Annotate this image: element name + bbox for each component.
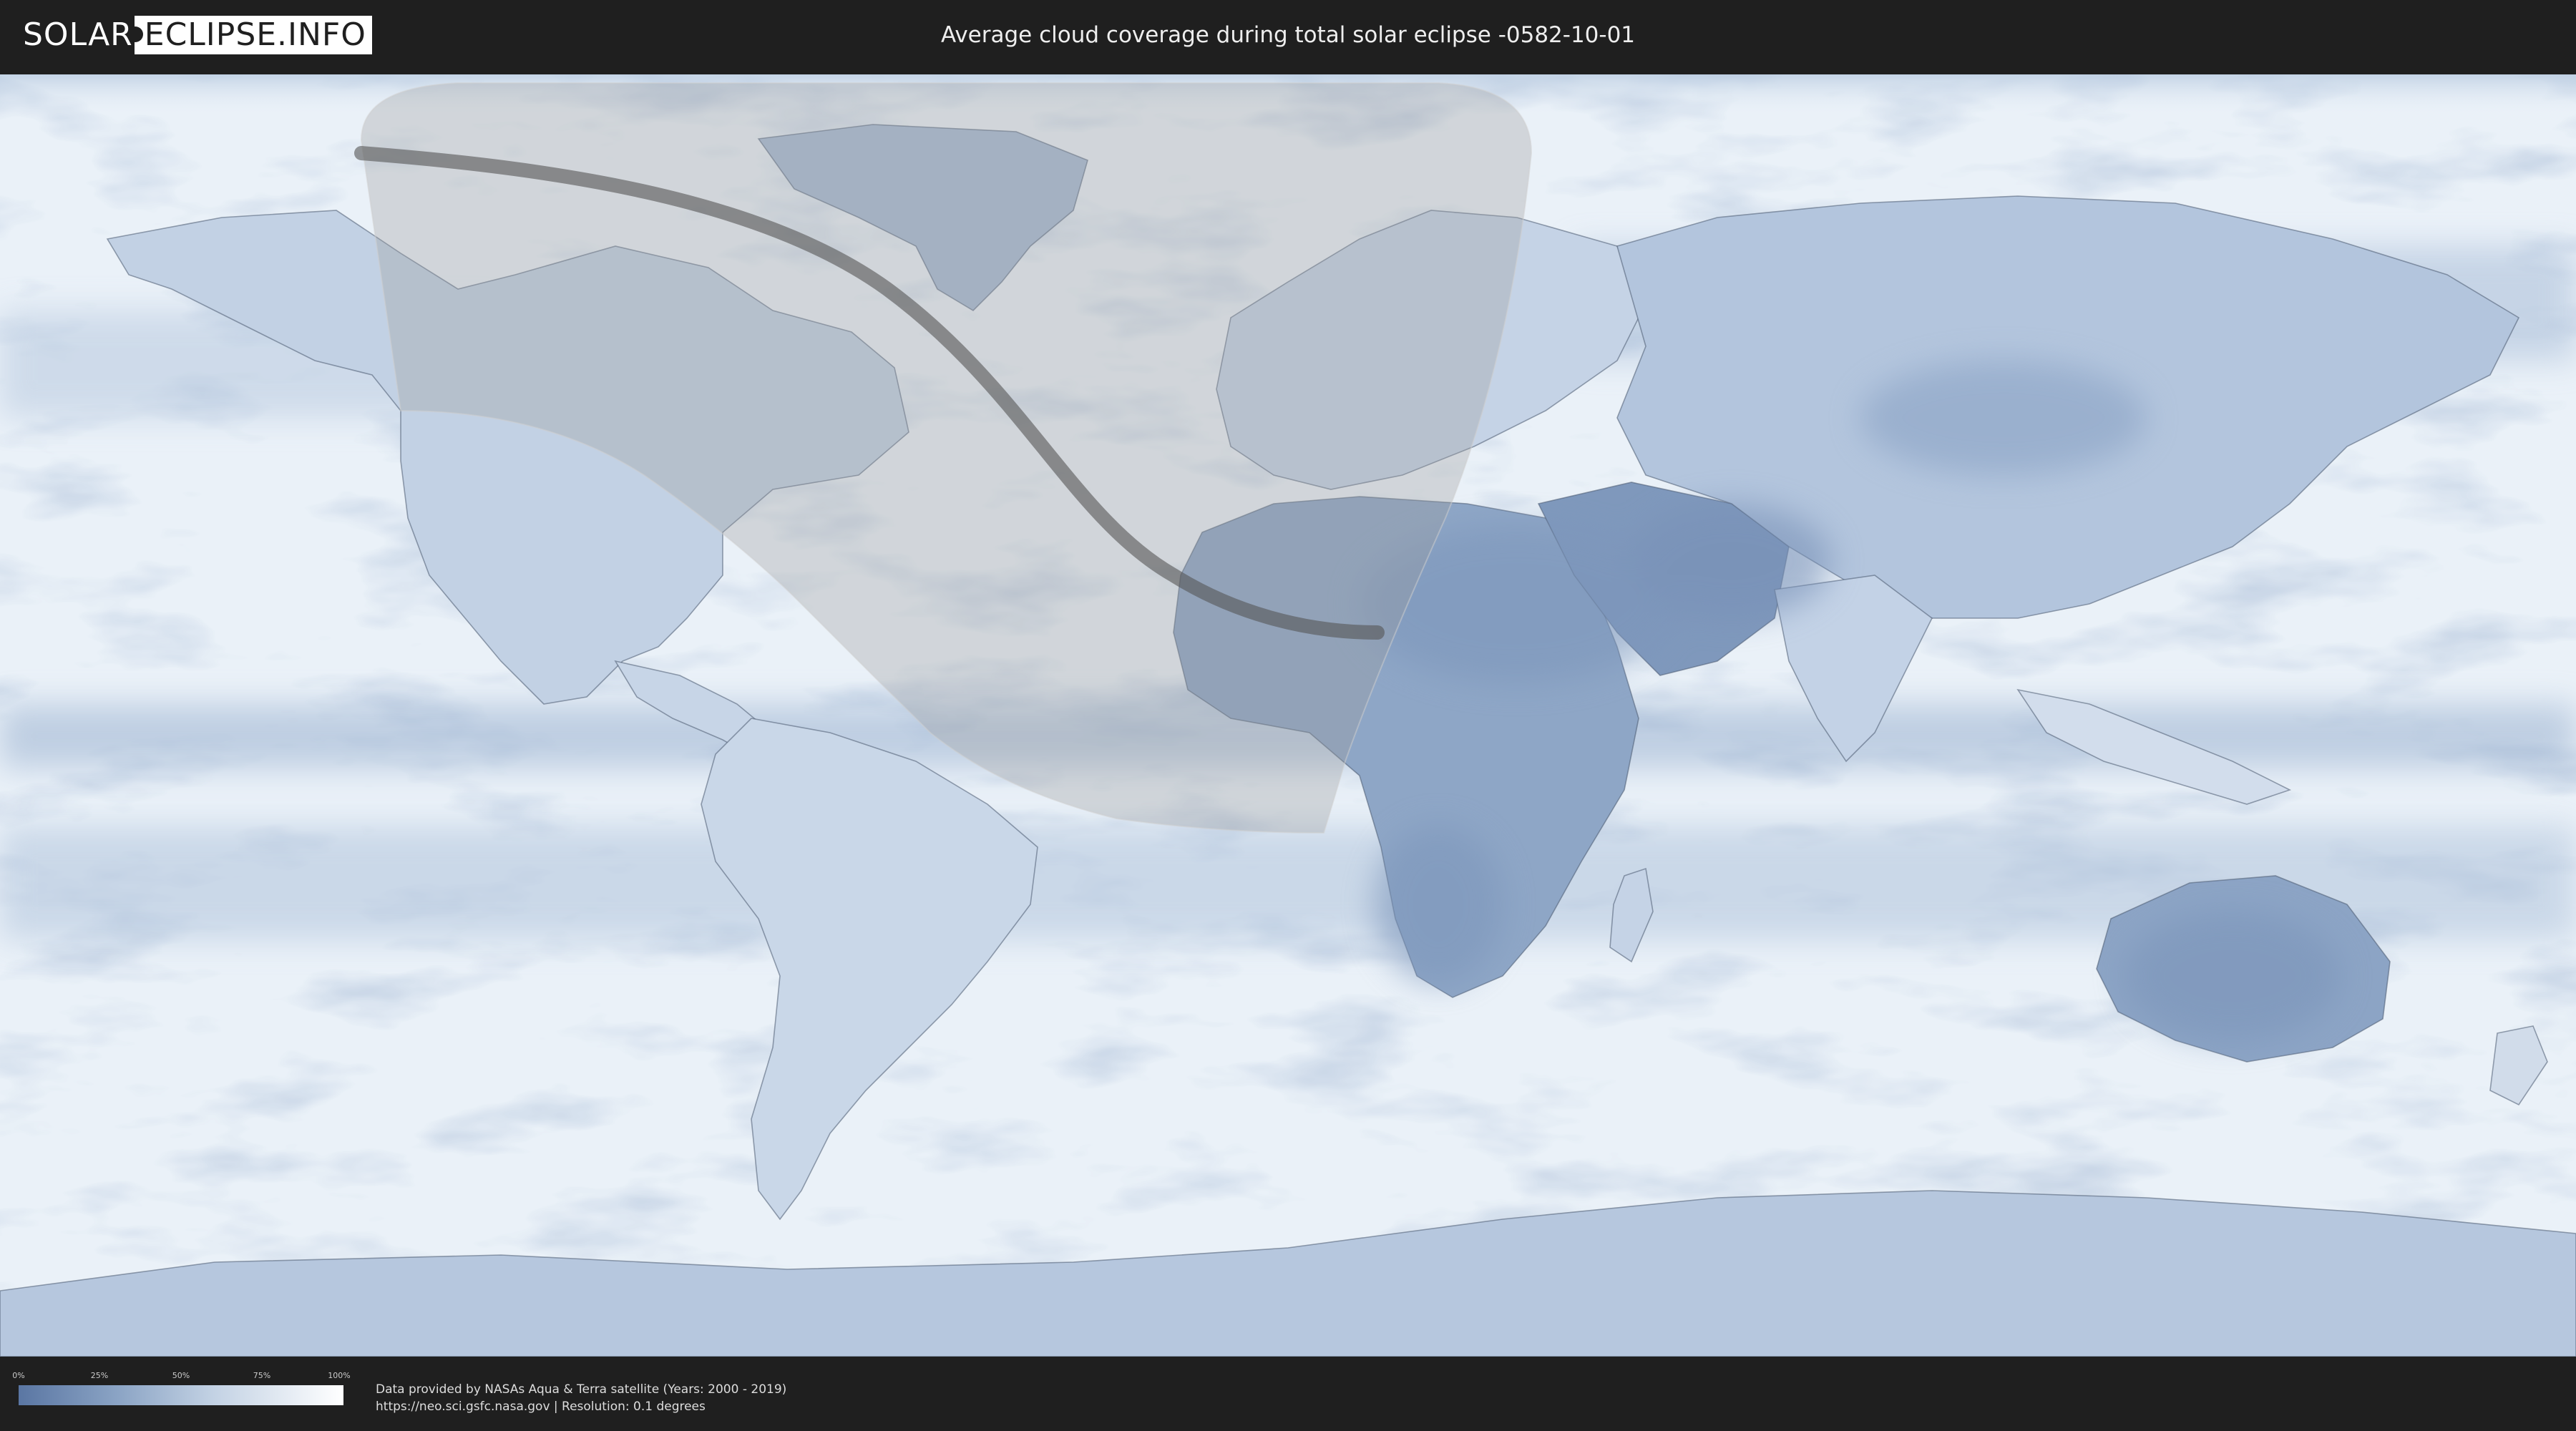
page-title: Average cloud coverage during total sola… [940,22,1636,48]
world-map-svg [0,74,2576,1357]
legend-tick-75: 75% [253,1371,271,1380]
legend-tick-0: 0% [12,1371,25,1380]
credit-line-source: Data provided by NASAs Aqua & Terra sate… [376,1382,787,1397]
credit-line-url[interactable]: https://neo.sci.gsfc.nasa.gov | Resoluti… [376,1398,786,1415]
header-bar: SOLAR ECLIPSE.INFO Average cloud coverag… [0,0,2576,72]
legend-tick-50: 50% [172,1371,190,1380]
legend-tick-25: 25% [90,1371,109,1380]
cloud-coverage-map [0,74,2576,1357]
cloud-coverage-legend: 0% 25% 50% 75% 100% [12,1371,351,1414]
footer-bar: 0% 25% 50% 75% 100% Data provided by NAS… [0,1357,2576,1431]
data-credits: Data provided by NASAs Aqua & Terra sate… [376,1381,786,1415]
legend-gradient-bar [19,1385,343,1405]
legend-tick-100: 100% [328,1371,351,1380]
